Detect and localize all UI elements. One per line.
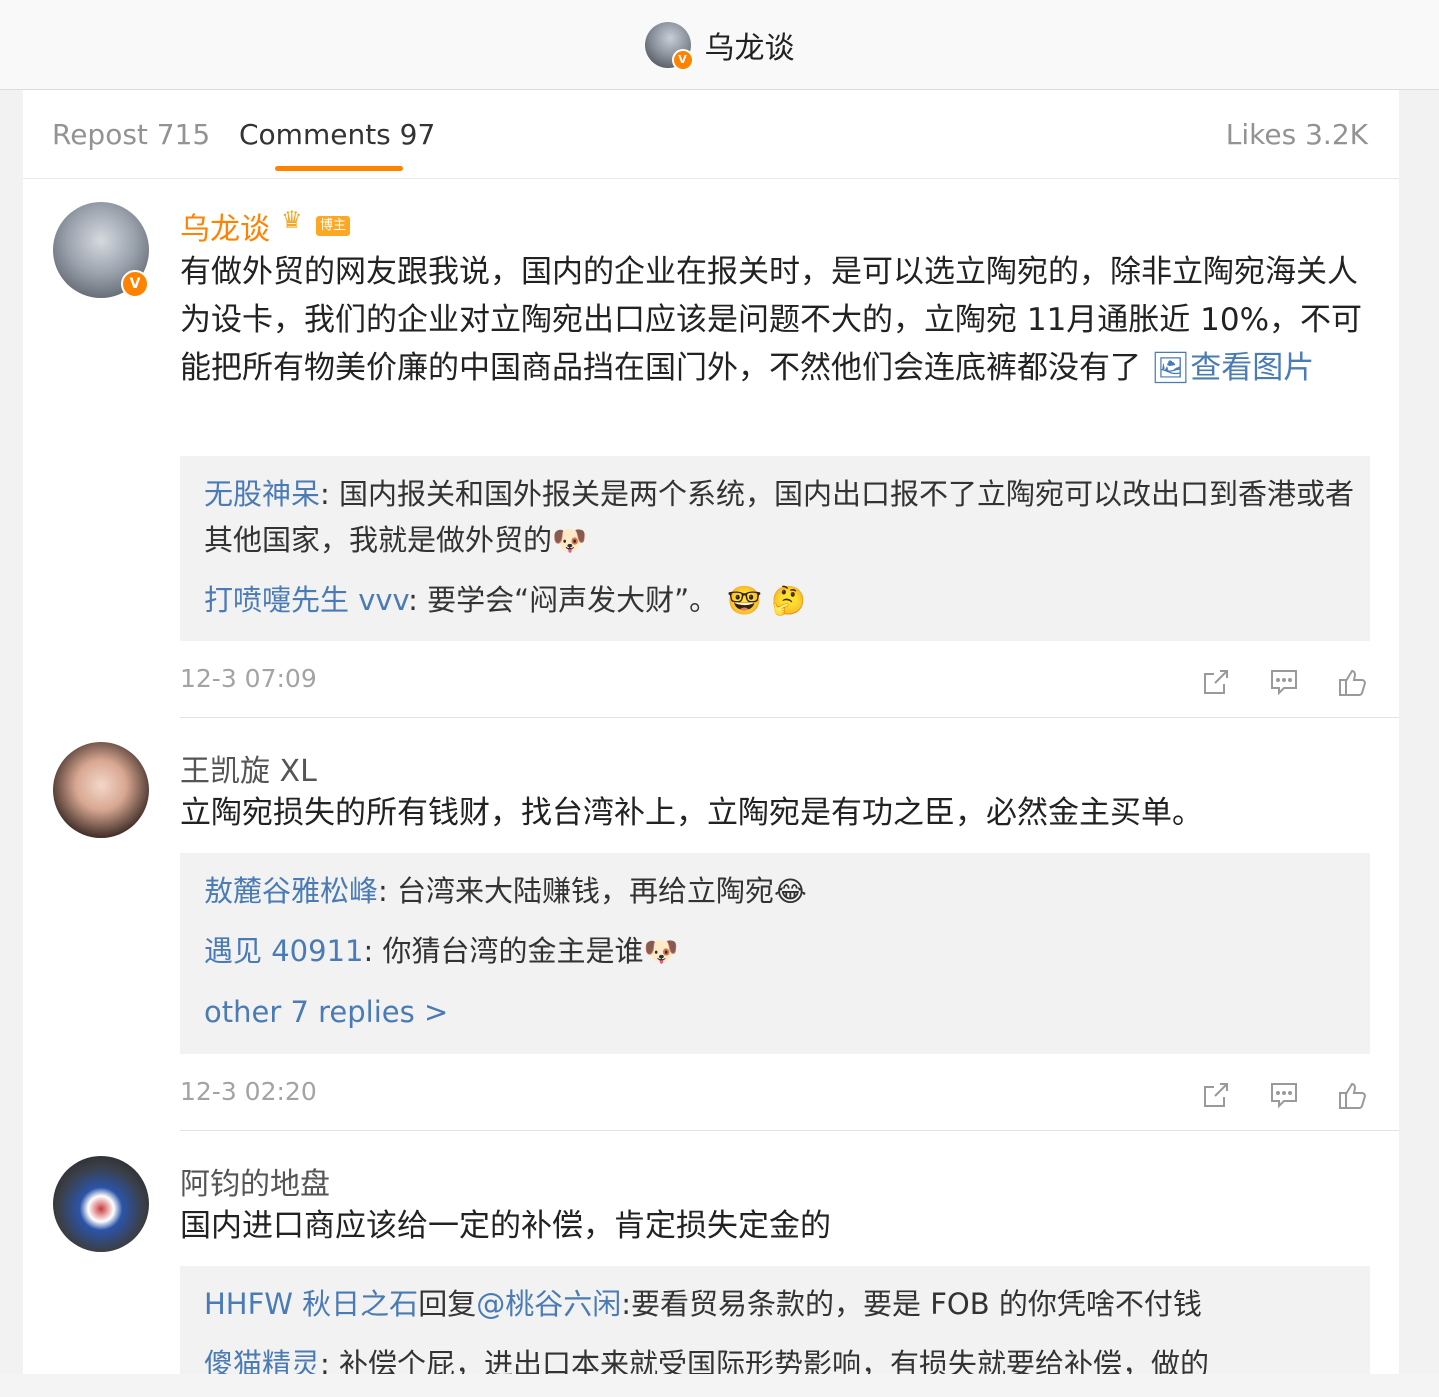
avatar[interactable] xyxy=(53,1156,149,1252)
comment-meta: 12-3 07:09 xyxy=(180,664,1370,704)
doge-emoji-icon: 🐶 xyxy=(552,524,587,557)
reply-text: : 国内报关和国外报关是两个系统，国内出口报不了立陶宛可以改出口到香港或者其他国… xyxy=(204,477,1355,557)
share-icon[interactable] xyxy=(1200,1079,1232,1111)
reply-item[interactable]: 遇见 40911: 你猜台湾的金主是谁🐶 xyxy=(204,928,1354,975)
replies-box[interactable]: 无股神呆: 国内报关和国外报关是两个系统，国内出口报不了立陶宛可以改出口到香港或… xyxy=(180,456,1370,641)
author-avatar[interactable]: V xyxy=(644,21,694,71)
verified-badge-icon: V xyxy=(121,270,149,298)
blogger-badge: 博主 xyxy=(316,216,351,236)
reply-text: : 台湾来大陆赚钱，再给立陶宛 xyxy=(378,874,775,908)
view-image-link[interactable]: 🖼查看图片 xyxy=(1151,350,1314,386)
nerd-and-thinking-emoji-icon: 🤓 🤔 xyxy=(727,584,807,617)
like-icon[interactable] xyxy=(1336,666,1368,698)
divider xyxy=(180,1130,1399,1131)
reply-item[interactable]: 无股神呆: 国内报关和国外报关是两个系统，国内出口报不了立陶宛可以改出口到香港或… xyxy=(204,471,1354,564)
comment-text: 立陶宛损失的所有钱财，找台湾补上，立陶宛是有功之臣，必然金主买单。 xyxy=(180,795,1203,831)
comment-time: 12-3 02:20 xyxy=(180,1077,317,1106)
laugh-cry-emoji-icon: 😂 xyxy=(774,875,807,908)
reply-mention[interactable]: @桃谷六闲 xyxy=(476,1287,621,1321)
verified-badge-icon: V xyxy=(671,48,694,71)
divider xyxy=(180,717,1399,718)
comments-panel: Repost 715 Comments 97 Likes 3.2K V 乌龙谈 … xyxy=(23,90,1399,1397)
reply-username[interactable]: 遇见 40911 xyxy=(204,934,363,968)
reply-item[interactable]: 敖麓谷雅松峰: 台湾来大陆赚钱，再给立陶宛😂 xyxy=(204,868,1354,915)
reply-text: : 你猜台湾的金主是谁 xyxy=(363,934,644,968)
active-tab-indicator xyxy=(275,166,403,171)
reply-item[interactable]: 打喷嚏先生 vvv: 要学会“闷声发大财”。 🤓 🤔 xyxy=(204,577,1354,624)
comment-username[interactable]: 乌龙谈 xyxy=(180,204,270,248)
tab-comments[interactable]: Comments 97 xyxy=(239,118,435,151)
tab-bar: Repost 715 Comments 97 Likes 3.2K xyxy=(23,90,1399,179)
reply-username[interactable]: 敖麓谷雅松峰 xyxy=(204,874,378,908)
reply-text: :要看贸易条款的，要是 FOB 的你凭啥不付钱 xyxy=(621,1287,1202,1321)
share-icon[interactable] xyxy=(1200,666,1232,698)
reply-verb: 回复 xyxy=(418,1287,477,1321)
reply-text: : 要学会“闷声发大财”。 xyxy=(408,583,719,617)
comment-icon[interactable] xyxy=(1268,666,1300,698)
more-replies-link[interactable]: other 7 replies > xyxy=(204,989,1354,1035)
replies-box[interactable]: 敖麓谷雅松峰: 台湾来大陆赚钱，再给立陶宛😂 遇见 40911: 你猜台湾的金主… xyxy=(180,853,1370,1054)
bottom-strip xyxy=(0,1374,1439,1397)
comment-icon[interactable] xyxy=(1268,1079,1300,1111)
top-bar: V 乌龙谈 xyxy=(0,0,1439,90)
page-title: 乌龙谈 xyxy=(704,30,795,66)
avatar[interactable]: V xyxy=(53,202,149,298)
avatar[interactable] xyxy=(53,742,149,838)
reply-username[interactable]: 打喷嚏先生 vvv xyxy=(204,583,408,617)
reply-username[interactable]: HHFW 秋日之石 xyxy=(204,1287,418,1321)
comment-meta: 12-3 02:20 xyxy=(180,1077,1370,1117)
comment-text: 有做外贸的网友跟我说，国内的企业在报关时，是可以选立陶宛的，除非立陶宛海关人为设… xyxy=(180,248,1370,392)
tab-repost[interactable]: Repost 715 xyxy=(52,118,210,151)
comment-username[interactable]: 王凯旋 XL xyxy=(180,746,317,790)
tab-likes[interactable]: Likes 3.2K xyxy=(1226,118,1368,151)
reply-item[interactable]: HHFW 秋日之石回复@桃谷六闲:要看贸易条款的，要是 FOB 的你凭啥不付钱 xyxy=(204,1281,1354,1327)
crown-icon: ♛ xyxy=(281,206,303,234)
like-icon[interactable] xyxy=(1336,1079,1368,1111)
comment-time: 12-3 07:09 xyxy=(180,664,317,693)
comment-text: 国内进口商应该给一定的补偿，肯定损失定金的 xyxy=(180,1208,831,1244)
comment-username[interactable]: 阿钧的地盘 xyxy=(180,1159,330,1203)
doge-emoji-icon: 🐶 xyxy=(643,935,679,968)
more-replies-label[interactable]: other 7 replies > xyxy=(204,995,448,1029)
reply-username[interactable]: 无股神呆 xyxy=(204,477,320,511)
